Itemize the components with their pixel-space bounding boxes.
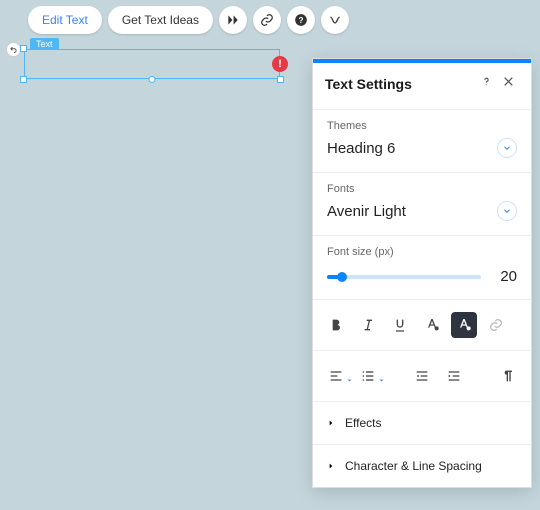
spacing-section-toggle[interactable]: Character & Line Spacing xyxy=(313,445,531,487)
link-icon[interactable] xyxy=(253,6,281,34)
edit-text-button[interactable]: Edit Text xyxy=(28,6,102,34)
effects-label: Effects xyxy=(345,416,381,430)
align-icon[interactable] xyxy=(323,363,349,389)
themes-section: Themes Heading 6 xyxy=(313,110,531,172)
fonts-label: Fonts xyxy=(327,183,517,195)
text-settings-panel: Text Settings Themes Heading 6 Fonts Ave… xyxy=(312,58,532,488)
panel-title: Text Settings xyxy=(325,76,475,92)
panel-header: Text Settings xyxy=(313,63,531,109)
list-icon[interactable] xyxy=(355,363,381,389)
fonts-dropdown-icon[interactable] xyxy=(497,201,517,221)
indent-decrease-icon[interactable] xyxy=(409,363,435,389)
bold-icon[interactable] xyxy=(323,312,349,338)
indent-increase-icon[interactable] xyxy=(441,363,467,389)
context-toolbar: Edit Text Get Text Ideas ? xyxy=(28,6,349,34)
slider-thumb[interactable] xyxy=(337,272,347,282)
close-icon[interactable] xyxy=(497,75,519,93)
fontsize-label: Font size (px) xyxy=(327,246,517,258)
svg-text:?: ? xyxy=(298,16,303,25)
text-link-icon[interactable] xyxy=(483,312,509,338)
more-actions-icon[interactable] xyxy=(321,6,349,34)
underline-icon[interactable] xyxy=(387,312,413,338)
fonts-section: Fonts Avenir Light xyxy=(313,173,531,235)
text-direction-icon[interactable] xyxy=(495,363,521,389)
selection-outline xyxy=(24,49,280,79)
highlight-color-icon[interactable] xyxy=(451,312,477,338)
themes-label: Themes xyxy=(327,120,517,132)
paragraph-row xyxy=(313,351,531,401)
effects-section-toggle[interactable]: Effects xyxy=(313,402,531,444)
panel-help-icon[interactable] xyxy=(475,75,497,93)
resize-handle-bl[interactable] xyxy=(20,76,27,83)
warning-badge[interactable]: ! xyxy=(272,56,288,72)
undo-icon[interactable] xyxy=(6,42,21,57)
fontsize-value[interactable]: 20 xyxy=(491,268,517,285)
text-color-icon[interactable] xyxy=(419,312,445,338)
align-dropdown-chevron-icon xyxy=(346,371,353,389)
fonts-value[interactable]: Avenir Light xyxy=(327,203,491,220)
caret-right-icon xyxy=(327,419,335,427)
list-dropdown-chevron-icon xyxy=(378,371,385,389)
get-text-ideas-button[interactable]: Get Text Ideas xyxy=(108,6,213,34)
help-icon[interactable]: ? xyxy=(287,6,315,34)
resize-handle-br[interactable] xyxy=(277,76,284,83)
selected-text-element[interactable]: Text ! xyxy=(24,49,280,79)
resize-handle-tl[interactable] xyxy=(20,45,27,52)
themes-dropdown-icon[interactable] xyxy=(497,138,517,158)
spacing-label: Character & Line Spacing xyxy=(345,459,482,473)
themes-value[interactable]: Heading 6 xyxy=(327,140,491,157)
resize-handle-bm[interactable] xyxy=(149,76,156,83)
animation-icon[interactable] xyxy=(219,6,247,34)
caret-right-icon xyxy=(327,462,335,470)
fontsize-slider[interactable] xyxy=(327,275,481,279)
italic-icon[interactable] xyxy=(355,312,381,338)
text-style-row xyxy=(313,300,531,350)
fontsize-section: Font size (px) 20 xyxy=(313,236,531,299)
